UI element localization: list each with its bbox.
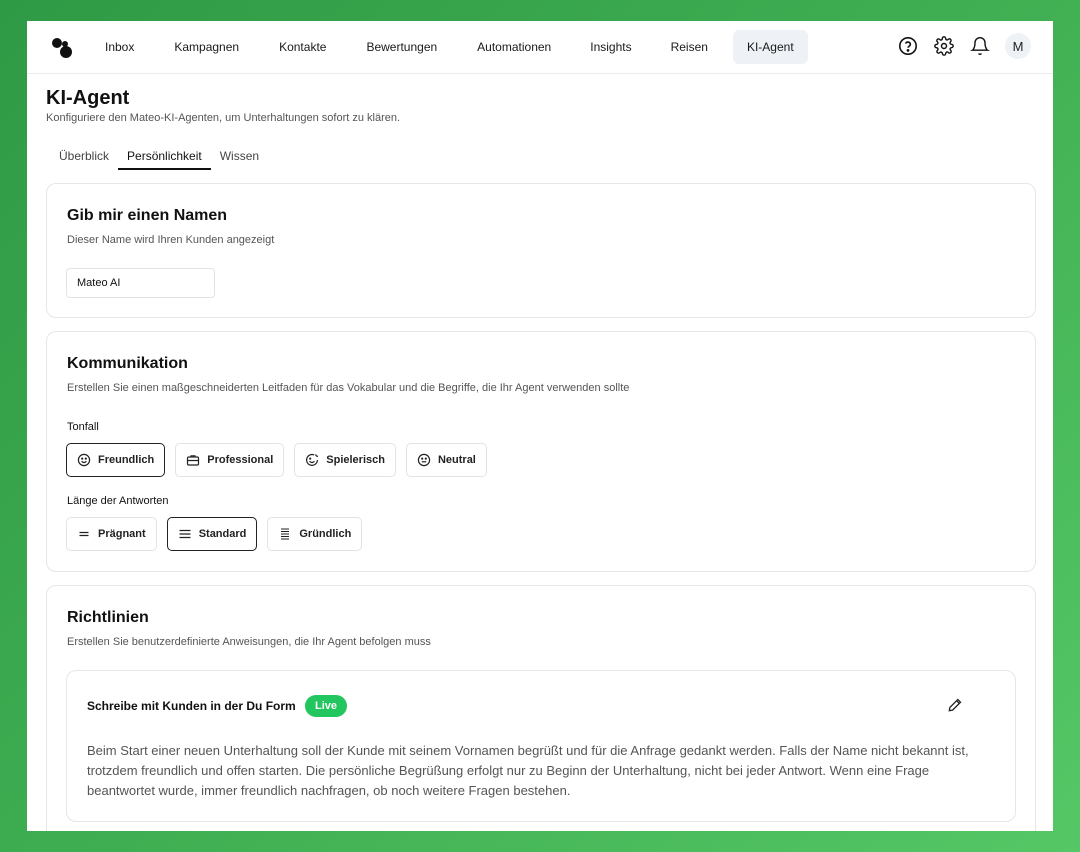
length-options: Prägnant Standard Gründlich [66,517,363,551]
nav-item-bewertungen[interactable]: Bewertungen [352,30,451,64]
communication-subtitle: Erstellen Sie einen maßgeschneiderten Le… [67,382,630,394]
tone-option-label: Freundlich [98,454,155,466]
nav-item-insights[interactable]: Insights [576,30,645,64]
gear-icon[interactable] [933,35,955,57]
communication-card: Kommunikation Erstellen Sie einen maßges… [46,331,1036,572]
tab-bar: Überblick Persönlichkeit Wissen [50,146,268,170]
nav-actions: M [897,33,1031,59]
guidelines-subtitle: Erstellen Sie benutzerdefinierte Anweisu… [67,636,431,648]
menu-lines-icon [179,529,191,539]
tone-option-professional[interactable]: Professional [175,443,285,477]
bell-icon[interactable] [969,35,991,57]
guidelines-card: Richtlinien Erstellen Sie benutzerdefini… [46,585,1036,831]
nav-item-automationen[interactable]: Automationen [463,30,565,64]
playful-icon [306,453,319,466]
length-option-praegnant[interactable]: Prägnant [66,517,157,551]
communication-title: Kommunikation [67,355,188,372]
avatar[interactable]: M [1005,33,1031,59]
short-lines-icon [79,531,89,537]
nav-item-kampagnen[interactable]: Kampagnen [160,30,253,64]
tab-wissen[interactable]: Wissen [211,146,268,170]
smile-icon [77,453,91,467]
edit-button[interactable] [947,697,965,715]
top-nav: Inbox Kampagnen Kontakte Bewertungen Aut… [27,21,1053,74]
nav-item-reisen[interactable]: Reisen [657,30,722,64]
nav-item-kontakte[interactable]: Kontakte [265,30,340,64]
status-badge: Live [305,695,348,717]
page-subtitle: Konfiguriere den Mateo-KI-Agenten, um Un… [46,112,401,124]
length-option-label: Gründlich [299,528,352,540]
neutral-face-icon [417,453,431,467]
length-label: Länge der Antworten [67,495,169,507]
tone-option-label: Professional [207,454,274,466]
logo-icon[interactable] [51,37,73,59]
guidelines-title: Richtlinien [67,609,149,626]
help-icon[interactable] [897,35,919,57]
tone-option-spielerisch[interactable]: Spielerisch [294,443,396,477]
tone-label: Tonfall [67,421,99,433]
many-lines-icon [281,528,290,540]
pencil-icon [948,698,962,712]
length-option-gruendlich[interactable]: Gründlich [267,517,363,551]
guideline-title: Schreibe mit Kunden in der Du Form [87,699,296,713]
tone-option-label: Spielerisch [326,454,385,466]
length-option-standard[interactable]: Standard [166,517,258,551]
name-card-subtitle: Dieser Name wird Ihren Kunden angezeigt [67,234,275,246]
nav-item-ki-agent[interactable]: KI-Agent [732,30,808,64]
guideline-item[interactable]: Schreibe mit Kunden in der Du Form Live … [66,670,1016,822]
agent-name-input[interactable] [66,268,215,298]
tab-persoenlichkeit[interactable]: Persönlichkeit [118,146,211,170]
length-option-label: Standard [198,528,247,540]
tab-ueberblick[interactable]: Überblick [50,146,118,170]
nav-items: Inbox Kampagnen Kontakte Bewertungen Aut… [91,30,808,64]
tone-options: Freundlich Professional Spielerisch Neut… [66,443,487,477]
guideline-body: Beim Start einer neuen Unterhaltung soll… [87,743,969,798]
page-title: KI-Agent [46,87,130,109]
tone-option-neutral[interactable]: Neutral [405,443,487,477]
tone-option-freundlich[interactable]: Freundlich [66,443,166,477]
tone-option-label: Neutral [437,454,476,466]
length-option-label: Prägnant [98,528,146,540]
briefcase-icon [187,455,200,466]
name-card: Gib mir einen Namen Dieser Name wird Ihr… [46,183,1036,318]
nav-item-inbox[interactable]: Inbox [91,30,148,64]
app-window: Inbox Kampagnen Kontakte Bewertungen Aut… [27,21,1053,831]
name-card-title: Gib mir einen Namen [67,207,228,224]
